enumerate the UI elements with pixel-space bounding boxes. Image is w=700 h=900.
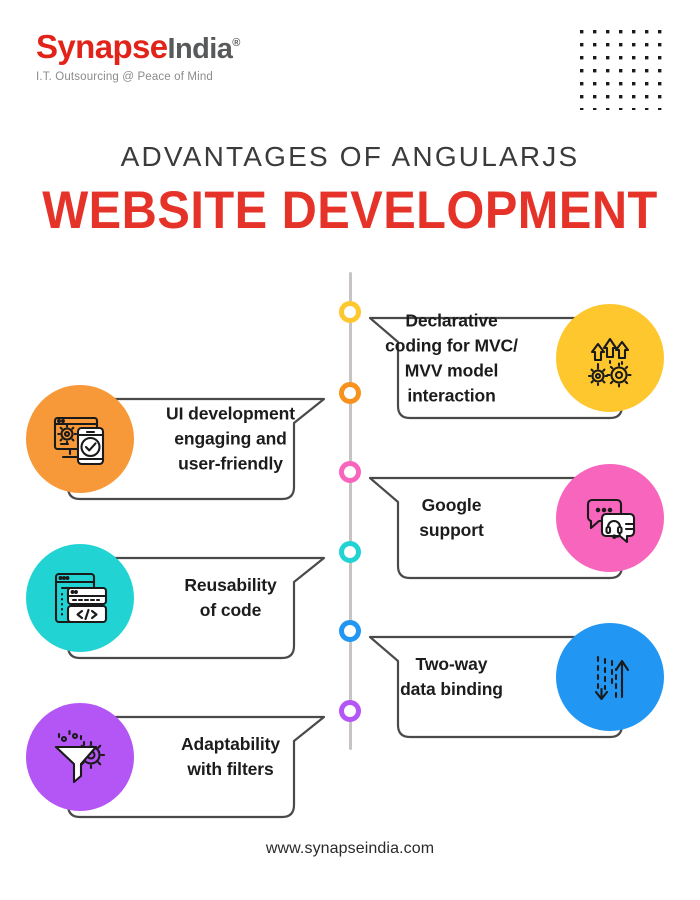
brand-logo: SynapseIndia® I.T. Outsourcing @ Peace o… — [36, 30, 296, 83]
timeline-dot-adaptability-with-filters — [339, 700, 361, 722]
advantage-label-reusability-of-code: Reusability of code — [184, 575, 277, 620]
logo-wordmark: SynapseIndia® — [36, 30, 296, 64]
timeline-dot-google-support — [339, 461, 361, 483]
stacked-code-windows-icon — [26, 544, 134, 652]
advantage-item-reusability-of-code[interactable]: Reusability of code — [26, 536, 326, 660]
infographic-poster: SynapseIndia® I.T. Outsourcing @ Peace o… — [0, 0, 700, 900]
advantage-label-adaptability-with-filters: Adaptability with filters — [181, 734, 280, 779]
monitor-gear-mobile-check-icon — [26, 385, 134, 493]
timeline-dot-reusability-of-code — [339, 541, 361, 563]
funnel-gear-filter-icon — [26, 703, 134, 811]
advantage-item-ui-development[interactable]: UI development engaging and user-friendly — [26, 377, 326, 501]
timeline-dot-two-way-data-binding — [339, 620, 361, 642]
chat-bubbles-headset-icon — [556, 464, 664, 572]
advantage-label-declarative-coding: Declarative coding for MVC/MVV model inte… — [385, 310, 518, 405]
gears-up-arrows-icon — [556, 304, 664, 412]
timeline-dot-ui-development — [339, 382, 361, 404]
timeline-spine — [349, 272, 352, 750]
dot-grid-decoration — [578, 28, 664, 115]
brand-tagline: I.T. Outsourcing @ Peace of Mind — [36, 71, 213, 83]
advantage-label-ui-development: UI development engaging and user-friendly — [166, 403, 295, 474]
timeline-dot-declarative-coding — [339, 301, 361, 323]
page-eyebrow: ADVANTAGES OF ANGULARJS — [120, 141, 580, 172]
advantage-item-declarative-coding[interactable]: Declarative coding for MVC/MVV model inte… — [368, 296, 664, 420]
logo-primary-text: Synapse — [36, 28, 168, 65]
advantage-label-two-way-data-binding: Two-way data binding — [400, 654, 503, 699]
advantage-item-two-way-data-binding[interactable]: Two-way data binding — [368, 615, 664, 739]
two-way-arrows-icon — [556, 623, 664, 731]
advantage-item-adaptability-with-filters[interactable]: Adaptability with filters — [26, 695, 326, 819]
registered-trademark-icon: ® — [232, 37, 240, 49]
page-title: WEBSITE DEVELOPMENT — [42, 181, 658, 240]
logo-secondary-text: India — [167, 33, 233, 65]
advantage-item-google-support[interactable]: Google support — [368, 456, 664, 580]
advantage-label-google-support: Google support — [419, 495, 484, 540]
footer-website-url: www.synapseindia.com — [265, 840, 435, 857]
